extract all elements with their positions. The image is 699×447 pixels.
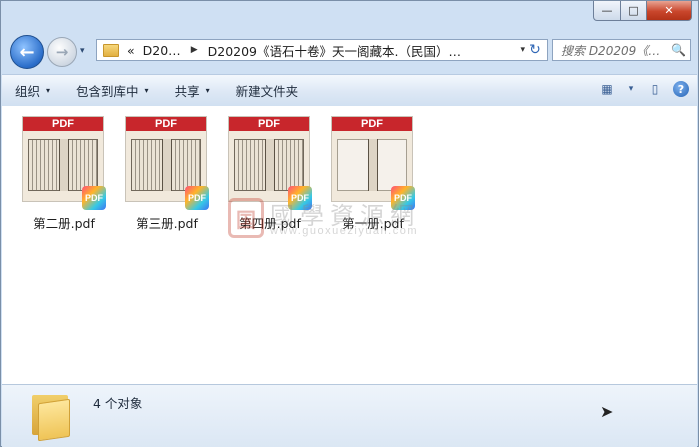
file-name[interactable]: 第四册.pdf [222, 213, 318, 232]
pdf-app-icon: PDF [391, 186, 415, 210]
details-pane: 4 个对象 ➤ [2, 384, 697, 447]
pdf-band: PDF [126, 117, 206, 131]
file-name[interactable]: 第一册.pdf [325, 213, 421, 232]
navigation-bar: ← → ▾ « D20… ▶ D20209《语石十卷》天一阁藏本.（民国）… ▾… [1, 31, 698, 69]
refresh-icon[interactable]: ↻ [522, 39, 548, 61]
pdf-band: PDF [332, 117, 412, 131]
close-button[interactable]: ✕ [647, 1, 692, 21]
caption-buttons: — □ ✕ [593, 1, 692, 21]
breadcrumb-parent[interactable]: D20… [143, 43, 181, 58]
chevron-down-icon: ▾ [205, 86, 210, 95]
new-folder-button[interactable]: 新建文件夹 [223, 75, 312, 106]
include-in-library-menu[interactable]: 包含到库中 ▾ [63, 75, 162, 106]
pdf-band: PDF [23, 117, 103, 131]
share-menu[interactable]: 共享 ▾ [162, 75, 223, 106]
search-placeholder: 搜索 D20209《… [561, 43, 661, 58]
search-input[interactable]: 搜索 D20209《… 🔍 [552, 39, 691, 61]
preview-pane-icon[interactable]: ▯ [645, 79, 665, 99]
organize-menu[interactable]: 组织 ▾ [2, 75, 63, 106]
breadcrumb-current[interactable]: D20209《语石十卷》天一阁藏本.（民国）… [208, 41, 461, 60]
page-spine [265, 139, 275, 191]
new-folder-label: 新建文件夹 [235, 84, 299, 99]
back-button[interactable]: ← [10, 35, 44, 69]
chevron-down-icon: ▾ [46, 86, 51, 95]
file-name[interactable]: 第二册.pdf [16, 213, 112, 232]
pdf-app-icon: PDF [185, 186, 209, 210]
help-icon[interactable]: ? [673, 81, 689, 97]
folder-icon [103, 43, 119, 57]
address-overflow[interactable]: « [127, 43, 135, 58]
arrow-right-icon: → [55, 43, 69, 61]
folder-icon [32, 389, 72, 442]
file-list: PDF PDF 第二册.pdf PDF PDF 第三册.pdf PDF PDF [2, 106, 697, 384]
address-bar[interactable]: « D20… ▶ D20209《语石十卷》天一阁藏本.（民国）… ▾ [96, 39, 548, 61]
search-icon[interactable]: 🔍 [671, 43, 686, 57]
forward-button[interactable]: → [47, 37, 77, 67]
organize-label: 组织 [15, 84, 41, 99]
page-spine [368, 139, 378, 191]
page-spine [162, 139, 172, 191]
page-spine [59, 139, 69, 191]
file-name[interactable]: 第三册.pdf [119, 213, 215, 232]
recent-pages-button[interactable]: ▾ [80, 46, 85, 56]
arrow-left-icon: ← [19, 41, 35, 63]
minimize-button[interactable]: — [593, 1, 621, 21]
view-options-chevron-icon[interactable]: ▾ [625, 79, 637, 99]
chevron-down-icon: ▾ [144, 86, 149, 95]
mouse-cursor-icon: ➤ [600, 402, 614, 421]
item-count: 4 个对象 [93, 396, 143, 411]
pdf-app-icon: PDF [288, 186, 312, 210]
maximize-button[interactable]: □ [621, 1, 647, 21]
explorer-window: — □ ✕ ← → ▾ « D20… ▶ D20209《语石十卷》天一阁藏本.（… [0, 0, 699, 447]
pdf-band: PDF [229, 117, 309, 131]
pdf-app-icon: PDF [82, 186, 106, 210]
include-in-library-label: 包含到库中 [76, 84, 139, 99]
breadcrumb-separator-icon[interactable]: ▶ [191, 45, 198, 55]
change-view-icon[interactable]: ▦ [597, 79, 617, 99]
command-bar: 组织 ▾ 包含到库中 ▾ 共享 ▾ 新建文件夹 ▦ ▾ ▯ ? [2, 74, 697, 107]
toolbar-right: ▦ ▾ ▯ ? [597, 79, 689, 99]
share-label: 共享 [174, 84, 200, 99]
